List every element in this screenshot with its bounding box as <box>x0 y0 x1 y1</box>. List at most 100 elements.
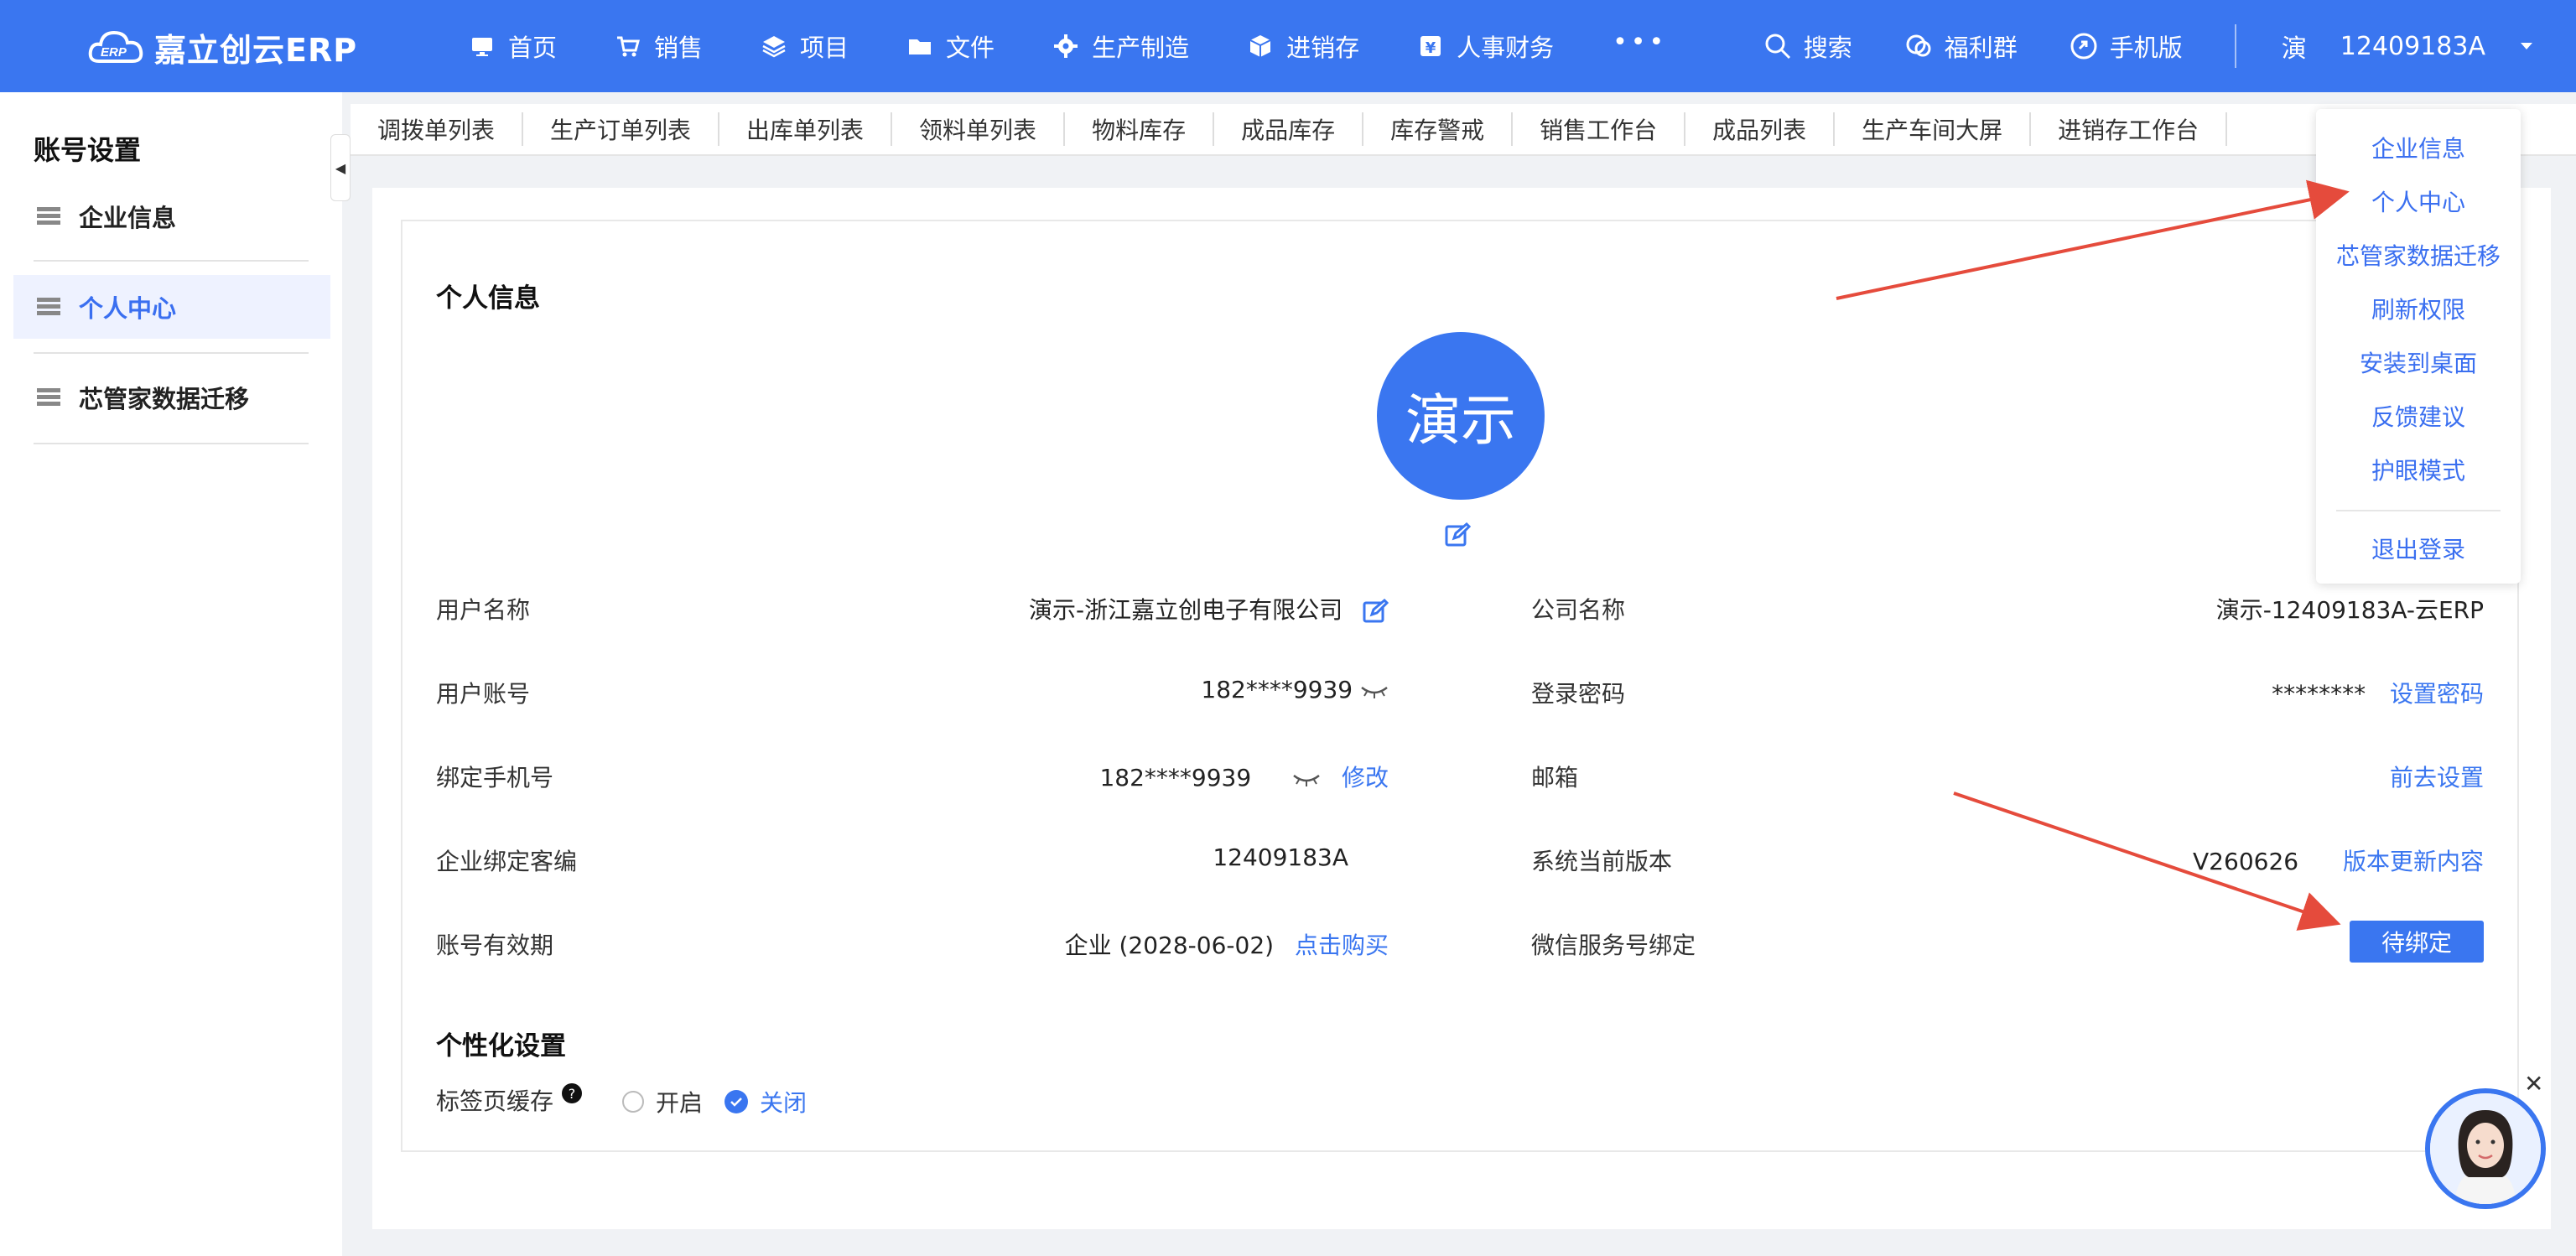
modify-phone-link[interactable]: 修改 <box>1342 764 1389 791</box>
version-changelog-link[interactable]: 版本更新内容 <box>2343 848 2484 875</box>
gear-icon <box>1054 34 1078 58</box>
radio-label: 关闭 <box>760 1089 808 1117</box>
app-title: 嘉立创云ERP <box>154 31 358 69</box>
nav-label: 进销存 <box>1286 34 1360 62</box>
welfare-label: 福利群 <box>1944 34 2018 62</box>
email-field: 前去设置 <box>1929 760 2484 793</box>
box-icon <box>1249 35 1271 57</box>
tab-material-stock[interactable]: 物料库存 <box>1065 112 1215 146</box>
divider <box>34 443 309 444</box>
tab-sales-workbench[interactable]: 销售工作台 <box>1513 112 1686 146</box>
section-title-personalization: 个性化设置 <box>436 1031 566 1061</box>
menu-item-feedback[interactable]: 反馈建议 <box>2316 399 2521 433</box>
bound-phone-field: 182****9939 修改 <box>839 760 1389 793</box>
sidebar-item-data-migration[interactable]: 芯管家数据迁移 <box>13 366 330 429</box>
radio-unchecked-icon <box>622 1091 644 1113</box>
mobile-label: 手机版 <box>2109 34 2183 62</box>
menu-item-install-desktop[interactable]: 安装到桌面 <box>2316 345 2521 379</box>
tab-cache-setting: 标签页缓存? <box>436 1083 583 1117</box>
label-company-name: 公司名称 <box>1531 596 1626 624</box>
tab-inventory-workbench[interactable]: 进销存工作台 <box>2031 112 2228 146</box>
nav-label: 首页 <box>508 34 558 62</box>
nav-files[interactable]: 文件 <box>907 29 995 64</box>
page-tabs: 调拨单列表 生产订单列表 出库单列表 领料单列表 物料库存 成品库存 库存警戒 … <box>351 104 2576 156</box>
nav-hr-finance[interactable]: ¥ 人事财务 <box>1418 29 1554 64</box>
menu-item-personal-center[interactable]: 个人中心 <box>2316 184 2521 218</box>
label-validity: 账号有效期 <box>436 932 554 959</box>
edit-avatar-icon[interactable] <box>1444 522 1471 548</box>
eye-closed-icon[interactable] <box>1360 682 1389 699</box>
user-avatar: 演 <box>2281 34 2307 64</box>
tab-transfer-list[interactable]: 调拨单列表 <box>351 112 524 146</box>
nav-project[interactable]: 项目 <box>761 29 849 64</box>
search-label: 搜索 <box>1803 34 1852 62</box>
email-setup-link[interactable]: 前去设置 <box>2390 764 2484 791</box>
welfare-group-button[interactable]: 福利群 <box>1904 29 2018 64</box>
label-account: 用户账号 <box>436 680 531 708</box>
sidebar-item-label: 企业信息 <box>79 204 177 232</box>
assistant-avatar-button[interactable] <box>2425 1088 2546 1209</box>
tab-workshop-screen[interactable]: 生产车间大屏 <box>1835 112 2032 146</box>
tab-production-order-list[interactable]: 生产订单列表 <box>523 112 720 146</box>
menu-item-logout[interactable]: 退出登录 <box>2316 532 2521 565</box>
list-icon <box>37 207 60 225</box>
top-right-tools: 搜索 福利群 手机版 演 12409183A <box>1763 0 2576 92</box>
app-logo[interactable]: ERP 嘉立创云ERP <box>87 23 357 70</box>
username-field: 演示-浙江嘉立创电子有限公司 <box>839 592 1389 625</box>
label-wechat-binding: 微信服务号绑定 <box>1531 932 1696 959</box>
nav-home[interactable]: 首页 <box>470 29 557 64</box>
radio-checked-icon <box>724 1090 748 1113</box>
label-customer-code: 企业绑定客编 <box>436 848 578 875</box>
radio-cache-off[interactable]: 关闭 <box>724 1085 807 1118</box>
tab-product-list[interactable]: 成品列表 <box>1685 112 1836 146</box>
settings-sidebar: 账号设置 企业信息 个人中心 芯管家数据迁移 <box>0 92 342 1256</box>
nav-manufacturing[interactable]: 生产制造 <box>1053 29 1189 64</box>
radio-cache-on[interactable]: 开启 <box>622 1085 703 1118</box>
validity-value: 企业 (2028-06-02) <box>1064 932 1275 959</box>
list-icon <box>37 298 60 315</box>
assistant-avatar-icon <box>2430 1093 2541 1204</box>
close-icon[interactable]: ✕ <box>2524 1070 2543 1098</box>
mobile-version-button[interactable]: 手机版 <box>2070 29 2183 64</box>
nav-label: 销售 <box>654 34 704 62</box>
buy-link[interactable]: 点击购买 <box>1295 932 1389 959</box>
help-icon[interactable]: ? <box>562 1083 583 1103</box>
nav-label: 人事财务 <box>1457 34 1555 62</box>
caret-left-icon: ◀ <box>335 159 346 176</box>
tab-stock-alert[interactable]: 库存警戒 <box>1363 112 1514 146</box>
sidebar-item-personal-center[interactable]: 个人中心 <box>13 275 330 339</box>
bind-wechat-button[interactable]: 待绑定 <box>2350 921 2484 963</box>
user-avatar-large: 演示 <box>1377 332 1545 500</box>
nav-inventory[interactable]: 进销存 <box>1248 29 1359 64</box>
company-name-value: 演示-12409183A-云ERP <box>2215 596 2484 624</box>
label-password: 登录密码 <box>1531 680 1626 708</box>
edit-username-icon[interactable] <box>1362 598 1389 625</box>
version-field: V260626 版本更新内容 <box>1929 843 2484 877</box>
main-nav: 首页 销售 项目 文件 生产制造 进销存 ¥ 人事财务 ••• <box>470 0 1726 92</box>
tab-material-requisition-list[interactable]: 领料单列表 <box>892 112 1066 146</box>
search-button[interactable]: 搜索 <box>1763 29 1852 64</box>
sidebar-item-company-info[interactable]: 企业信息 <box>13 184 330 248</box>
user-menu[interactable]: 演 12409183A <box>2282 28 2534 65</box>
monitor-icon <box>472 38 492 56</box>
sidebar-collapse-toggle[interactable]: ◀ <box>330 134 351 201</box>
section-title-personal-info: 个人信息 <box>436 283 540 314</box>
eye-closed-icon[interactable] <box>1292 771 1321 787</box>
label-username: 用户名称 <box>436 596 531 624</box>
menu-item-refresh-permissions[interactable]: 刷新权限 <box>2316 292 2521 325</box>
account-value: 182****9939 <box>1201 676 1353 703</box>
layers-icon <box>762 36 786 58</box>
password-field: ******** 设置密码 <box>1929 676 2484 709</box>
divider <box>2234 24 2236 68</box>
svg-text:¥: ¥ <box>1426 39 1436 57</box>
nav-more[interactable]: ••• <box>1613 28 1667 57</box>
divider <box>2336 510 2501 511</box>
tab-product-stock[interactable]: 成品库存 <box>1214 112 1364 146</box>
nav-sales[interactable]: 销售 <box>615 29 703 64</box>
set-password-link[interactable]: 设置密码 <box>2390 680 2484 708</box>
sidebar-item-label: 芯管家数据迁移 <box>79 385 250 413</box>
menu-item-data-migration[interactable]: 芯管家数据迁移 <box>2316 238 2521 272</box>
menu-item-eye-care[interactable]: 护眼模式 <box>2316 453 2521 486</box>
tab-outbound-list[interactable]: 出库单列表 <box>719 112 893 146</box>
menu-item-company-info[interactable]: 企业信息 <box>2316 131 2521 164</box>
